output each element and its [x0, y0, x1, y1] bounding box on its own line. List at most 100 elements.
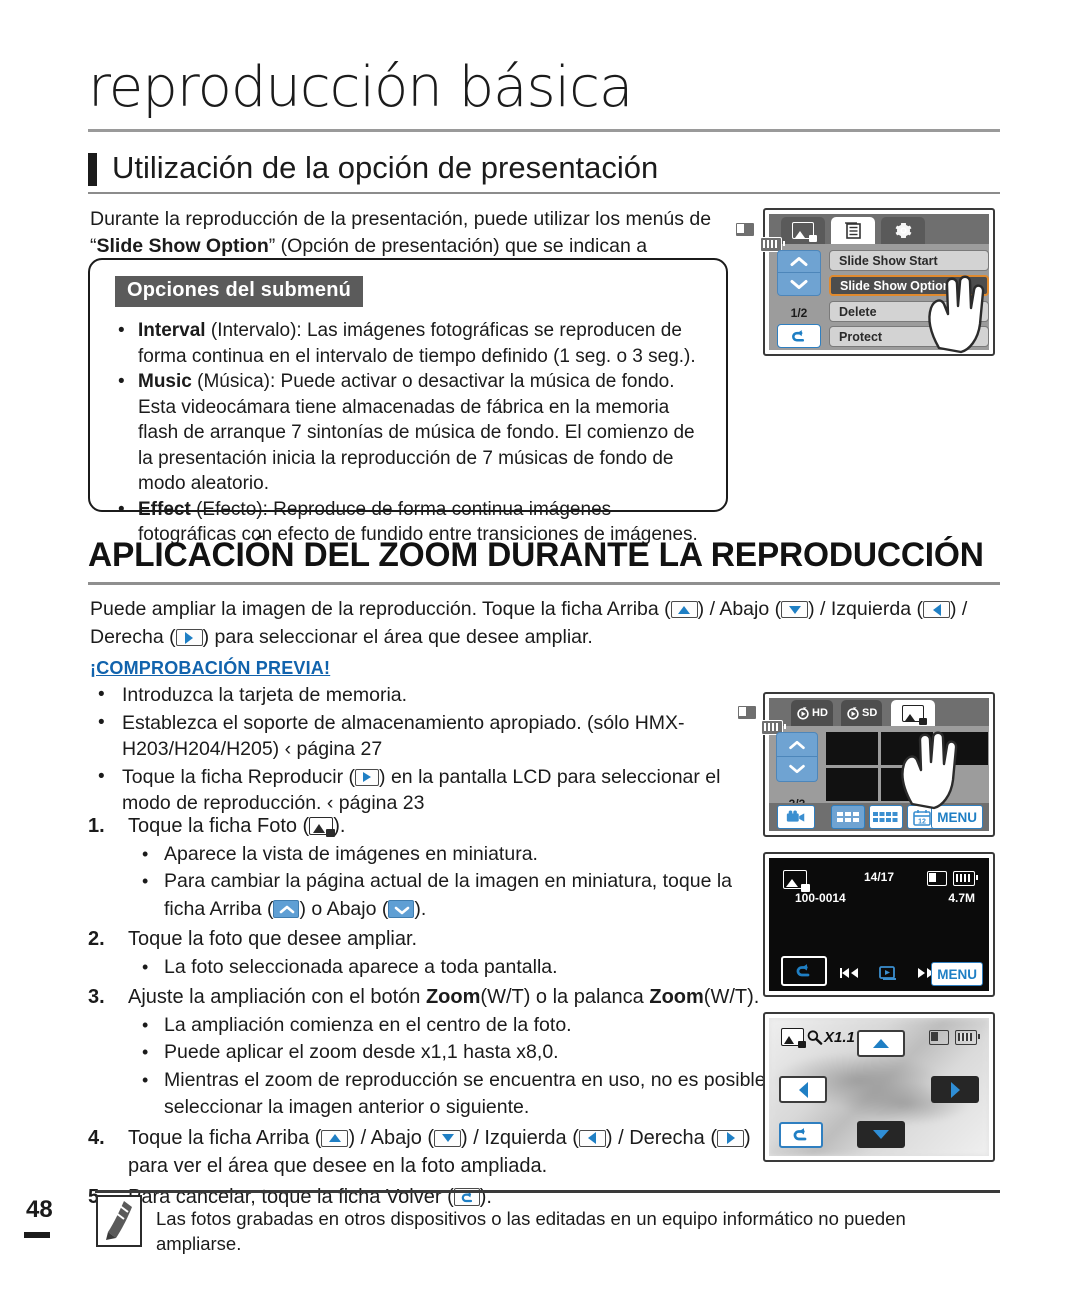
intro-bold: Slide Show Option: [96, 235, 269, 257]
page-title-divider: [88, 582, 1000, 585]
magnifier-icon: [807, 1030, 823, 1045]
step-c: ) / Izquierda (: [461, 1126, 579, 1149]
submenu-desc: (Música): Puede activar o desactivar la …: [138, 371, 695, 494]
step-d: ) / Derecha (: [605, 1126, 718, 1149]
lcd-screen-thumbnail-view: HD SD 3/3: [737, 692, 995, 837]
step-post: ).: [333, 815, 346, 837]
list-bullet: •: [98, 711, 105, 733]
page-number: 48: [26, 1196, 53, 1223]
step-sub-item: • La foto seleccionada aparece a toda pan…: [128, 954, 768, 982]
zoom-factor-text: X1.1: [824, 1028, 855, 1046]
zoom-bold-2: Zoom: [649, 986, 704, 1008]
up-arrow-icon: [670, 601, 698, 618]
menu-row-slide-show-option[interactable]: Slide Show Option: [829, 275, 989, 296]
list-bullet: •: [142, 1069, 149, 1090]
pan-left-button[interactable]: [779, 1076, 827, 1103]
zoom-back-button[interactable]: [779, 1122, 823, 1148]
photo-mode-icon: [781, 1028, 806, 1048]
page-number-mark: [24, 1232, 50, 1238]
menu-list-tab[interactable]: [831, 217, 875, 244]
settings-gear-tab[interactable]: [881, 217, 925, 244]
thumbnail-cell[interactable]: [826, 732, 878, 765]
menu-scroll-up-button[interactable]: [777, 250, 821, 273]
submenu-term: Effect: [138, 498, 191, 520]
lcd-inner: 14/17 100-0014 4.7M MENU: [769, 858, 989, 991]
right-arrow-icon: [717, 1129, 745, 1147]
photo-playback-tab[interactable]: [781, 217, 825, 244]
down-arrow-icon: [434, 1129, 462, 1147]
menu-button[interactable]: MENU: [931, 805, 983, 829]
pan-down-button[interactable]: [857, 1121, 905, 1148]
section-divider: [88, 192, 1000, 194]
note-pen-icon: [96, 1195, 142, 1247]
step-text: Toque la foto que desee ampliar.: [128, 928, 418, 950]
step-sub-item: • Para cambiar la página actual de la ima…: [128, 868, 768, 923]
slideshow-play-button[interactable]: [873, 960, 903, 986]
previous-button[interactable]: [835, 960, 865, 986]
step-number: 1.: [88, 815, 105, 837]
thumbnail-scroll-up-button[interactable]: [776, 732, 818, 757]
menu-row-delete[interactable]: Delete: [829, 301, 989, 322]
thumbnail-cell[interactable]: [881, 732, 933, 765]
grid-3x2-view-button[interactable]: [831, 805, 865, 829]
list-bullet: •: [118, 371, 125, 392]
submenu-term: Interval: [138, 320, 206, 341]
step-1: 1. Toque la ficha Foto (). • Aparece la vi…: [88, 812, 768, 923]
back-button[interactable]: [781, 956, 827, 986]
thumbnail-cell[interactable]: [936, 732, 988, 765]
manual-page: reproducción básica Utilización de la op…: [0, 0, 1080, 1316]
memory-card-icon: [737, 705, 757, 720]
sub-post: ).: [414, 897, 427, 920]
step-pre: Ajuste la ampliación con el botón: [128, 986, 426, 1008]
title-divider: [88, 129, 1000, 132]
menu-row-protect[interactable]: Protect: [829, 326, 989, 347]
calendar-icon: 12: [913, 809, 931, 826]
step-1-sublist: • Aparece la vista de imágenes en miniatu…: [128, 841, 768, 924]
pan-up-button[interactable]: [857, 1030, 905, 1057]
left-arrow-icon: [578, 1129, 606, 1147]
thumbnail-cell[interactable]: [826, 768, 878, 801]
step-sub-item: • La ampliación comienza en el centro de …: [128, 1012, 768, 1040]
lcd-inner: HD SD 3/3: [737, 698, 989, 831]
footer-note: Las fotos grabadas en otros dispositivos…: [156, 1208, 906, 1254]
down-arrow-icon: [781, 601, 809, 618]
menu-button[interactable]: MENU: [931, 962, 983, 986]
para2-e: ) para seleccionar el área que desee amp…: [202, 626, 593, 648]
list-bullet: •: [118, 320, 125, 341]
hd-tab-label: HD: [812, 707, 828, 719]
step-post: (W/T).: [703, 986, 760, 1008]
lcd-screen-zoom-view: X1.1: [763, 1012, 995, 1162]
precheck-list: • Introduzca la tarjeta de memoria. • Esta…: [90, 682, 760, 818]
step-sub-item: • Puede aplicar el zoom desde x1,1 hasta …: [128, 1039, 768, 1067]
pan-right-button[interactable]: [931, 1076, 979, 1103]
sub-text: Aparece la vista de imágenes en miniatur…: [164, 842, 538, 865]
list-bullet: •: [142, 1014, 149, 1035]
sub-text: Mientras el zoom de reproducción se encu…: [164, 1068, 766, 1119]
video-mode-button[interactable]: [777, 805, 815, 829]
sd-video-tab[interactable]: SD: [841, 700, 883, 726]
sub-text: Puede aplicar el zoom desde x1,1 hasta x…: [164, 1041, 559, 1063]
lcd-inner: X1.1: [769, 1018, 989, 1156]
step-3: 3. Ajuste la ampliación con el botón Zoom…: [88, 983, 768, 1122]
menu-scroll-down-button[interactable]: [777, 273, 821, 296]
list-bullet: •: [118, 498, 125, 520]
precheck-text: Introduzca la tarjeta de memoria.: [122, 684, 408, 706]
list-bullet: •: [142, 1042, 149, 1062]
photo-tab[interactable]: [891, 700, 935, 726]
step-pre: Toque la ficha Foto (: [128, 815, 310, 837]
up-arrow-icon: [321, 1129, 349, 1147]
heading-accent-bar: [88, 153, 97, 186]
menu-back-button[interactable]: [777, 324, 821, 348]
thumbnail-cell[interactable]: [881, 768, 933, 801]
numbered-steps: 1. Toque la ficha Foto (). • Aparece la vi…: [88, 812, 768, 1213]
battery-icon: [953, 871, 978, 886]
sd-tab-label: SD: [862, 707, 878, 719]
step-number: 2.: [88, 928, 105, 950]
step-3-sublist: • La ampliación comienza en el centro de …: [128, 1012, 768, 1122]
hd-video-tab[interactable]: HD: [791, 700, 833, 726]
thumbnail-scroll-down-button[interactable]: [776, 757, 818, 782]
grid-4x2-view-button[interactable]: [869, 805, 903, 829]
precheck-pre: Toque la ficha Reproducir (: [122, 765, 356, 788]
step-sub-item: • Mientras el zoom de reproducción se enc…: [128, 1067, 768, 1122]
menu-row-slide-show-start[interactable]: Slide Show Start: [829, 250, 989, 271]
